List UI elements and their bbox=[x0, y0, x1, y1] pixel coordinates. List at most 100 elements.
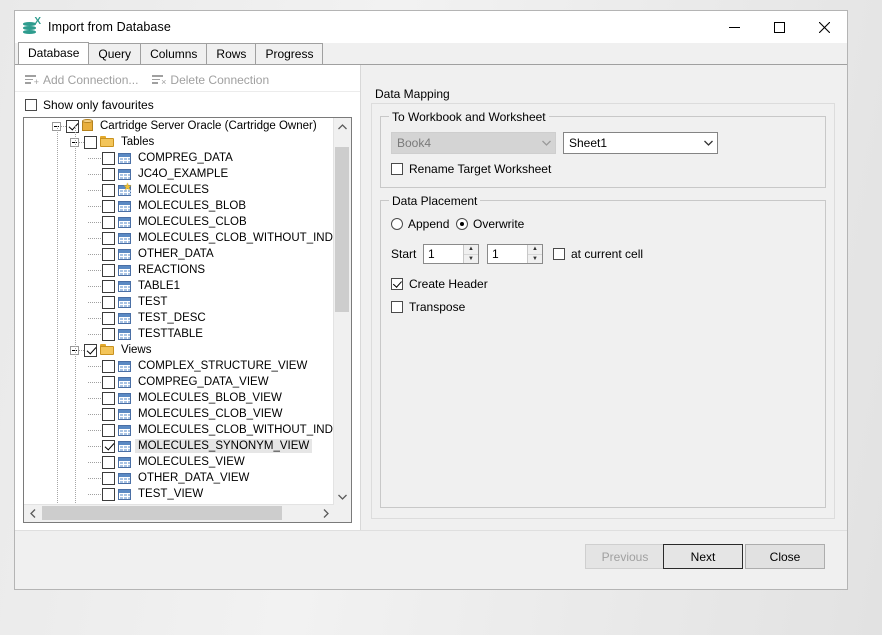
add-connection-button[interactable]: + Add Connection... bbox=[25, 73, 138, 87]
maximize-button[interactable] bbox=[757, 11, 802, 43]
tree-item-checkbox[interactable] bbox=[102, 152, 115, 165]
tree-item[interactable]: COMPLEX_STRUCTURE_VIEW bbox=[24, 358, 334, 374]
rename-target-worksheet-checkbox[interactable] bbox=[391, 163, 403, 175]
tree-item[interactable]: OTHER_DATA bbox=[24, 246, 334, 262]
scroll-left-arrow[interactable] bbox=[24, 505, 41, 522]
tree-item-checkbox[interactable] bbox=[102, 248, 115, 261]
tree-item-checkbox[interactable] bbox=[102, 328, 115, 341]
tree-item[interactable]: COMPREG_DATA bbox=[24, 150, 334, 166]
scroll-right-arrow[interactable] bbox=[317, 505, 334, 522]
tab-database[interactable]: Database bbox=[18, 42, 89, 64]
tree-item-checkbox[interactable] bbox=[84, 344, 97, 357]
tree-item-checkbox[interactable] bbox=[102, 456, 115, 469]
scrollbar-corner bbox=[334, 505, 351, 522]
tree-vertical-thumb[interactable] bbox=[335, 147, 349, 312]
tree-horizontal-thumb[interactable] bbox=[42, 506, 282, 520]
tree-item-label: MOLECULES_BLOB bbox=[135, 199, 249, 213]
overwrite-radio[interactable] bbox=[456, 218, 468, 230]
tree-item-checkbox[interactable] bbox=[102, 312, 115, 325]
show-only-favourites-row[interactable]: Show only favourites bbox=[15, 92, 360, 117]
tree-item[interactable]: MOLECULES_SYNONYM_VIEW bbox=[24, 438, 334, 454]
tree-item[interactable]: MOLECULES_BLOB bbox=[24, 198, 334, 214]
scroll-up-arrow[interactable] bbox=[334, 118, 351, 135]
tree-item-label: MOLECULES_BLOB_VIEW bbox=[135, 391, 285, 405]
tree-connector bbox=[88, 478, 102, 479]
tree-item-checkbox[interactable] bbox=[102, 440, 115, 453]
spinner-down-icon[interactable]: ▼ bbox=[528, 255, 542, 264]
delete-connection-button[interactable]: × Delete Connection bbox=[152, 73, 269, 87]
tab-rows[interactable]: Rows bbox=[206, 43, 256, 64]
close-footer-button[interactable]: Close bbox=[745, 544, 825, 569]
spinner-up-icon[interactable]: ▲ bbox=[464, 245, 478, 255]
tree-item-checkbox[interactable] bbox=[102, 168, 115, 181]
tree-item[interactable]: ★MOLECULES bbox=[24, 182, 334, 198]
append-radio[interactable] bbox=[391, 218, 403, 230]
tree-item[interactable]: REACTIONS bbox=[24, 262, 334, 278]
previous-button[interactable]: Previous bbox=[585, 544, 665, 569]
tree-item[interactable]: MOLECULES_BLOB_VIEW bbox=[24, 390, 334, 406]
tree-item[interactable]: COMPREG_DATA_VIEW bbox=[24, 374, 334, 390]
tree-item-checkbox[interactable] bbox=[102, 392, 115, 405]
tree-item-checkbox[interactable] bbox=[102, 408, 115, 421]
next-button[interactable]: Next bbox=[663, 544, 743, 569]
create-header-row[interactable]: Create Header bbox=[391, 277, 488, 291]
tab-query[interactable]: Query bbox=[88, 43, 141, 64]
start-col-spinner[interactable]: 1 ▲ ▼ bbox=[487, 244, 543, 264]
tree-item[interactable]: OTHER_DATA_VIEW bbox=[24, 470, 334, 486]
tree-item[interactable]: TESTTABLE bbox=[24, 326, 334, 342]
tree-item-checkbox[interactable] bbox=[102, 488, 115, 501]
tree-item[interactable]: MOLECULES_CLOB_WITHOUT_INDEX bbox=[24, 230, 334, 246]
tree-item-checkbox[interactable] bbox=[102, 184, 115, 197]
minimize-button[interactable] bbox=[712, 11, 757, 43]
show-only-favourites-checkbox[interactable] bbox=[25, 99, 37, 111]
database-tree[interactable]: Cartridge Server Oracle (Cartridge Owner… bbox=[24, 118, 334, 505]
transpose-label: Transpose bbox=[409, 300, 465, 314]
append-radio-row[interactable]: Append bbox=[391, 217, 449, 231]
tree-item-checkbox[interactable] bbox=[102, 376, 115, 389]
rename-target-worksheet-row[interactable]: Rename Target Worksheet bbox=[391, 162, 551, 176]
tree-item[interactable]: TABLE1 bbox=[24, 278, 334, 294]
tree-item-checkbox[interactable] bbox=[102, 360, 115, 373]
worksheet-combobox[interactable]: Sheet1 bbox=[563, 132, 718, 154]
tree-item-checkbox[interactable] bbox=[102, 200, 115, 213]
spinner-down-icon[interactable]: ▼ bbox=[464, 255, 478, 264]
start-row-spinner[interactable]: 1 ▲ ▼ bbox=[423, 244, 479, 264]
tree-item-checkbox[interactable] bbox=[102, 264, 115, 277]
workbook-combobox[interactable]: Book4 bbox=[391, 132, 556, 154]
tree-item-checkbox[interactable] bbox=[102, 280, 115, 293]
tree-group-tables[interactable]: Tables bbox=[24, 134, 334, 150]
transpose-row[interactable]: Transpose bbox=[391, 300, 465, 314]
scroll-down-arrow[interactable] bbox=[334, 488, 351, 505]
tree-root-node[interactable]: Cartridge Server Oracle (Cartridge Owner… bbox=[24, 118, 334, 134]
tree-item[interactable]: TEST_DESC bbox=[24, 310, 334, 326]
tree-horizontal-scrollbar[interactable] bbox=[24, 504, 334, 522]
close-button[interactable] bbox=[802, 11, 847, 43]
tree-item-checkbox[interactable] bbox=[102, 424, 115, 437]
tree-vertical-scrollbar[interactable] bbox=[333, 118, 351, 505]
tree-item-checkbox[interactable] bbox=[66, 120, 79, 133]
tab-progress[interactable]: Progress bbox=[255, 43, 323, 64]
create-header-checkbox[interactable] bbox=[391, 278, 403, 290]
tree-item[interactable]: TEST bbox=[24, 294, 334, 310]
tree-item[interactable]: TEST_VIEW bbox=[24, 486, 334, 502]
tree-item[interactable]: MOLECULES_CLOB bbox=[24, 214, 334, 230]
start-row-spinner-buttons[interactable]: ▲ ▼ bbox=[463, 245, 478, 263]
tree-item-checkbox[interactable] bbox=[84, 136, 97, 149]
tree-group-views[interactable]: Views bbox=[24, 342, 334, 358]
spinner-up-icon[interactable]: ▲ bbox=[528, 245, 542, 255]
tree-item-checkbox[interactable] bbox=[102, 296, 115, 309]
overwrite-radio-row[interactable]: Overwrite bbox=[456, 217, 524, 231]
tree-item[interactable]: MOLECULES_CLOB_VIEW bbox=[24, 406, 334, 422]
at-current-cell-row[interactable]: at current cell bbox=[553, 247, 643, 261]
at-current-cell-checkbox[interactable] bbox=[553, 248, 565, 260]
tree-item-checkbox[interactable] bbox=[102, 216, 115, 229]
data-placement-legend: Data Placement bbox=[389, 194, 480, 208]
tab-columns[interactable]: Columns bbox=[140, 43, 207, 64]
tree-item[interactable]: JC4O_EXAMPLE bbox=[24, 166, 334, 182]
tree-item[interactable]: MOLECULES_CLOB_WITHOUT_INDEX_ bbox=[24, 422, 334, 438]
start-col-spinner-buttons[interactable]: ▲ ▼ bbox=[527, 245, 542, 263]
tree-item-checkbox[interactable] bbox=[102, 472, 115, 485]
transpose-checkbox[interactable] bbox=[391, 301, 403, 313]
tree-item-checkbox[interactable] bbox=[102, 232, 115, 245]
tree-item[interactable]: MOLECULES_VIEW bbox=[24, 454, 334, 470]
